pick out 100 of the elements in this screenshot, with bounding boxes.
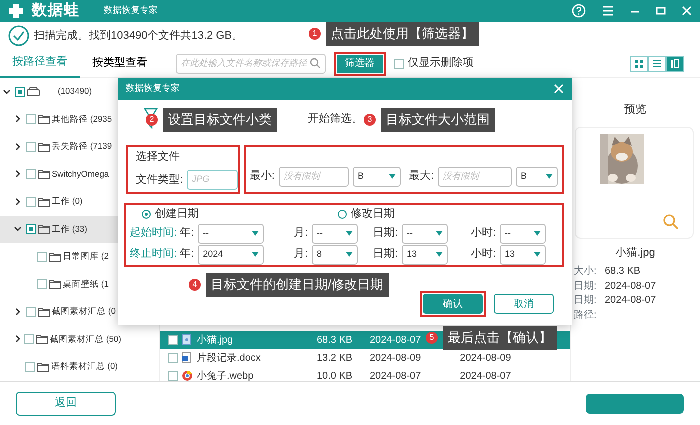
field-label: 日期: (372, 226, 398, 242)
detail-label: 日期: (573, 294, 597, 308)
action-button[interactable] (586, 394, 684, 414)
chevron-right-icon[interactable] (14, 198, 22, 206)
caret-icon (252, 252, 259, 257)
preview-view-button[interactable] (666, 56, 684, 72)
dropdown[interactable]: 2024 (198, 244, 264, 264)
checkbox-label: 仅显示删除项 (408, 56, 474, 72)
step-tooltip: 点击此处使用【筛选器】 (326, 22, 479, 46)
dropdown[interactable]: -- (402, 224, 448, 244)
radio-option[interactable]: 创建日期 (130, 205, 338, 223)
dropdown[interactable]: -- (500, 224, 546, 244)
tree-item-label: 语料素材汇总 (0) (51, 360, 118, 374)
folder-icon (49, 279, 61, 290)
step-number: 1 (309, 28, 321, 40)
maximize-icon[interactable] (656, 6, 666, 16)
chevron-right-icon[interactable] (14, 335, 22, 344)
grid-view-button[interactable] (630, 56, 648, 72)
tree-item-label: 丢失路径 (7139 (52, 140, 112, 154)
field-label: 文件类型: (136, 172, 184, 188)
tree-item[interactable]: 工作 (33) (0, 216, 118, 243)
checkbox[interactable] (394, 58, 404, 68)
tree-item-label: 截图素材汇总 (0 (52, 305, 116, 318)
list-view-button[interactable] (648, 56, 666, 72)
preview-title: 预览 (624, 103, 648, 118)
tree-item[interactable]: 桌面壁纸 (1 (0, 270, 118, 298)
check-circle-icon (8, 25, 30, 47)
tree-item[interactable]: SwitchyOmega (0, 160, 118, 188)
status-text: 扫描完成。找到103490个文件共13.2 GB。 (34, 28, 244, 44)
tree-checkbox[interactable] (26, 196, 36, 207)
detail-label: 日期: (573, 280, 597, 294)
chevron-down-icon[interactable] (3, 88, 11, 96)
app-subtitle: 数据恢复专家 (104, 4, 158, 18)
tree-checkbox[interactable] (25, 362, 36, 372)
dropdown[interactable]: 13 (500, 244, 546, 264)
close-icon[interactable] (554, 84, 564, 94)
menu-icon[interactable] (602, 5, 614, 17)
drive-icon (27, 86, 40, 97)
folder-icon (38, 196, 50, 207)
file-created-date: 2024-08-09 (370, 352, 422, 366)
unit-dropdown[interactable]: B (516, 166, 558, 186)
folder-icon (38, 142, 50, 152)
file-checkbox[interactable] (168, 371, 178, 381)
tree-item[interactable]: 丢失路径 (7139 (0, 133, 118, 160)
tree-item[interactable]: 工作 (0) (0, 188, 118, 216)
chevron-down-icon[interactable] (14, 225, 22, 234)
tree-item[interactable]: 日常图库 (2 (0, 243, 118, 270)
tree-item[interactable]: 语料素材汇总 (0) (0, 353, 118, 380)
folder-icon (38, 224, 50, 234)
radio-option[interactable]: 修改日期 (338, 205, 395, 223)
grid-icon (634, 58, 644, 68)
back-button[interactable]: 返回 (16, 392, 116, 416)
chevron-right-icon[interactable] (14, 115, 22, 124)
filter-icon (144, 108, 158, 130)
help-icon[interactable] (572, 4, 586, 18)
tree-checkbox[interactable] (24, 334, 34, 344)
tree-item[interactable]: 截图素材汇总 (0 (0, 298, 118, 326)
intro-text: 开始筛选。 (308, 112, 363, 127)
caret-icon (534, 252, 541, 257)
list-icon (652, 58, 662, 68)
search-icon (310, 58, 321, 69)
tree-checkbox[interactable] (26, 306, 36, 317)
unit-dropdown[interactable]: B (352, 166, 401, 186)
cancel-button[interactable]: 取消 (494, 294, 554, 314)
tree-checkbox[interactable] (26, 169, 36, 180)
tree-checkbox[interactable] (37, 252, 47, 262)
chevron-right-icon[interactable] (14, 170, 22, 178)
caret-icon (252, 231, 259, 236)
detail-label: 大小: (573, 265, 597, 279)
file-row[interactable]: 片段记录.docx 13.2 KB 2024-08-09 2024-08-09 (160, 349, 570, 367)
dropdown[interactable]: -- (312, 224, 358, 244)
view-tab[interactable]: 按路径查看 (0, 50, 80, 78)
tree-item[interactable]: (103490) (0, 78, 118, 106)
tree-checkbox[interactable] (15, 86, 25, 97)
field-label: 最大: (408, 169, 434, 184)
tree-checkbox[interactable] (37, 279, 47, 290)
chevron-right-icon[interactable] (14, 308, 22, 316)
close-icon[interactable] (682, 6, 692, 16)
preview-pane-icon (670, 58, 680, 68)
tree-checkbox[interactable] (26, 142, 36, 152)
confirm-button[interactable]: 确认 (423, 294, 483, 314)
tree-item[interactable]: 其他路径 (2935 (0, 106, 118, 133)
document-file-icon (182, 352, 193, 364)
file-name: 片段记录.docx (197, 352, 262, 366)
tree-checkbox[interactable] (26, 224, 36, 234)
filter-button[interactable]: 筛选器 (337, 54, 383, 72)
file-row[interactable]: 小兔子.webp 10.0 KB 2024-08-07 2024-08-07 (160, 367, 570, 381)
chevron-right-icon[interactable] (14, 142, 22, 151)
zoom-icon[interactable] (663, 214, 679, 230)
view-tab[interactable]: 按类型查看 (80, 50, 160, 78)
dropdown[interactable]: -- (198, 224, 264, 244)
folder-icon (37, 362, 50, 372)
file-checkbox[interactable] (168, 335, 178, 345)
tree-checkbox[interactable] (26, 114, 36, 124)
field-label: 年: (180, 247, 194, 262)
dropdown[interactable]: 13 (402, 244, 448, 264)
dropdown[interactable]: 8 (312, 244, 358, 264)
logo-icon (8, 3, 24, 19)
tree-item-label: 工作 (0) (52, 195, 83, 208)
file-checkbox[interactable] (168, 353, 178, 363)
